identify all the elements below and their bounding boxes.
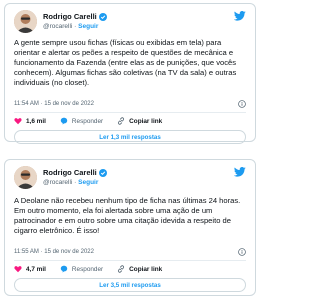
reply-label: Responder	[71, 265, 104, 273]
twitter-bird-icon[interactable]	[234, 11, 246, 21]
info-icon[interactable]	[238, 248, 246, 256]
author-name[interactable]: Rodrigo Carelli	[43, 168, 97, 178]
like-button[interactable]: 4,7 mil	[14, 265, 46, 273]
info-icon[interactable]	[238, 100, 246, 108]
handle-separator: ·	[74, 179, 77, 186]
reply-bubble-icon	[60, 265, 68, 273]
heart-icon	[14, 118, 22, 125]
author-name[interactable]: Rodrigo Carelli	[43, 12, 97, 22]
read-replies-button[interactable]: Ler 3,5 mil respostas	[14, 278, 246, 292]
tweet-card: Rodrigo Carelli @rocarelli · Seguir A De…	[4, 159, 256, 296]
tweet-timestamp[interactable]: 11:54 AM · 15 de nov de 2022	[14, 101, 94, 107]
reply-button[interactable]: Responder	[60, 265, 103, 273]
tweet-meta: 11:55 AM · 15 de nov de 2022	[14, 246, 246, 258]
link-icon	[118, 117, 125, 125]
author-handle[interactable]: @rocarelli	[43, 23, 72, 30]
reply-bubble-icon	[60, 117, 68, 125]
tweet-meta: 11:54 AM · 15 de nov de 2022	[14, 98, 246, 110]
tweet-actions: 1,6 mil Responder Copiar link	[14, 113, 246, 129]
tweet-header: Rodrigo Carelli @rocarelli · Seguir	[14, 10, 246, 35]
copy-link-label: Copiar link	[129, 265, 163, 273]
verified-badge-icon	[98, 169, 107, 177]
reply-label: Responder	[71, 117, 104, 125]
tweet-text: A Deolane não recebeu nenhum tipo de fic…	[14, 196, 241, 235]
avatar[interactable]	[14, 166, 37, 189]
follow-link[interactable]: Seguir	[78, 179, 98, 186]
handle-separator: ·	[74, 23, 77, 30]
tweet-card: Rodrigo Carelli @rocarelli · Seguir A ge…	[4, 3, 256, 144]
verified-badge-icon	[98, 13, 107, 21]
tweet-timestamp[interactable]: 11:55 AM · 15 de nov de 2022	[14, 249, 94, 255]
avatar[interactable]	[14, 10, 37, 33]
tweet-actions: 4,7 mil Responder Copiar link	[14, 261, 246, 277]
tweet-text: A gente sempre usou fichas (físicas ou e…	[14, 38, 237, 87]
twitter-bird-icon[interactable]	[234, 167, 246, 177]
follow-link[interactable]: Seguir	[78, 23, 98, 30]
like-count: 1,6 mil	[26, 117, 46, 125]
like-button[interactable]: 1,6 mil	[14, 117, 46, 125]
read-replies-button[interactable]: Ler 1,3 mil respostas	[14, 130, 246, 144]
copy-link-label: Copiar link	[129, 117, 163, 125]
copy-link-button[interactable]: Copiar link	[117, 117, 162, 125]
link-icon	[118, 265, 125, 273]
like-count: 4,7 mil	[26, 265, 46, 273]
copy-link-button[interactable]: Copiar link	[117, 265, 162, 273]
reply-button[interactable]: Responder	[60, 117, 103, 125]
tweet-header: Rodrigo Carelli @rocarelli · Seguir	[14, 166, 246, 191]
author-handle[interactable]: @rocarelli	[43, 179, 72, 186]
heart-icon	[14, 266, 22, 273]
author-block: Rodrigo Carelli @rocarelli · Seguir	[43, 168, 107, 188]
author-block: Rodrigo Carelli @rocarelli · Seguir	[43, 12, 107, 32]
